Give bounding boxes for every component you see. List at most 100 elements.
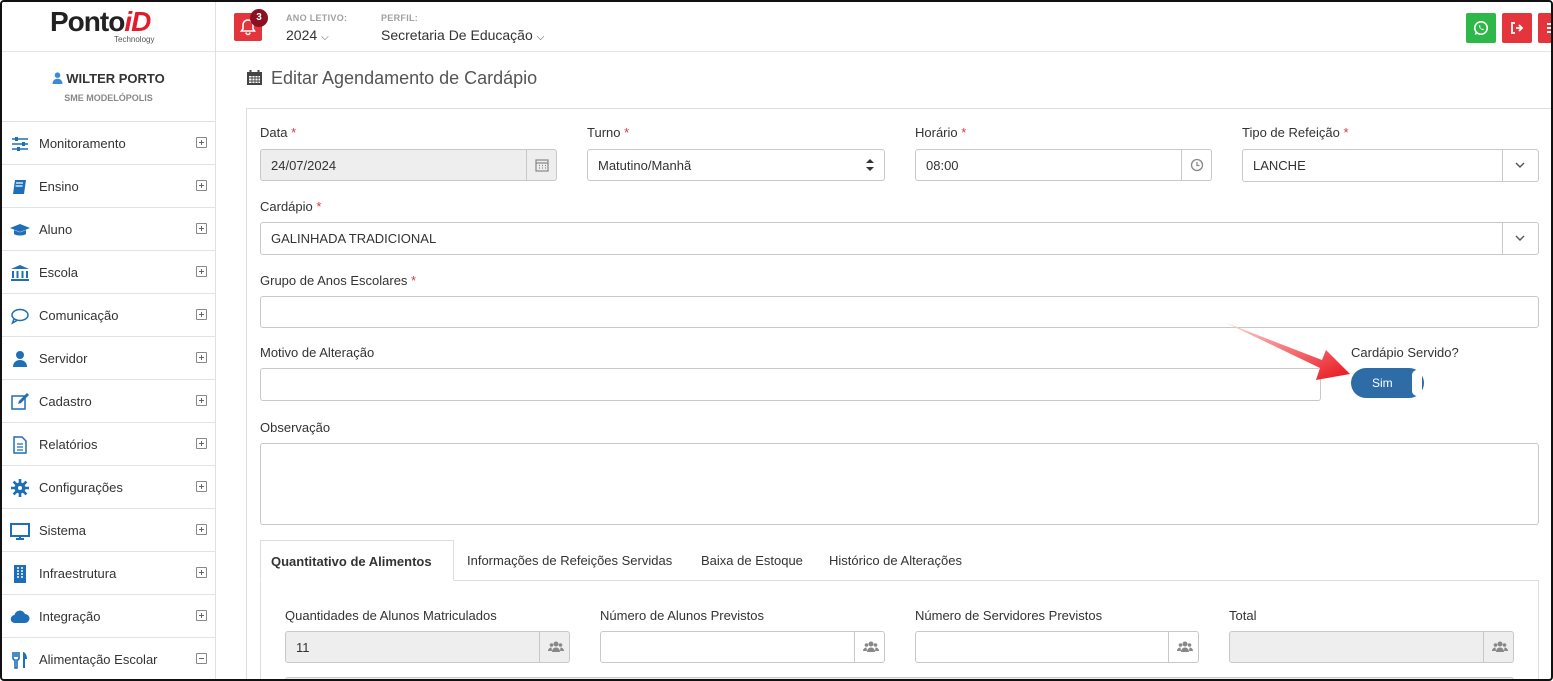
total-field[interactable] (1229, 631, 1514, 663)
ano-letivo-select[interactable]: 2024 ⌵ (286, 27, 329, 43)
users-group-icon (548, 641, 564, 652)
logout-icon (1511, 22, 1524, 34)
tab-baixa-estoque[interactable]: Baixa de Estoque (701, 540, 803, 581)
group-addon (1168, 632, 1198, 662)
alunos-matriculados-value: 11 (296, 640, 310, 655)
observacao-textarea[interactable] (260, 443, 1539, 525)
sidebar-item-sistema[interactable]: Sistema (2, 509, 215, 552)
menu-button[interactable] (1538, 13, 1551, 43)
turno-select[interactable]: Matutino/Manhã (587, 149, 885, 181)
horario-field[interactable]: 08:00 (915, 149, 1212, 181)
expand-icon[interactable] (196, 266, 207, 277)
sidebar-item-ensino[interactable]: Ensino (2, 165, 215, 208)
sidebar-item-comunicacao[interactable]: Comunicação (2, 294, 215, 337)
expand-icon[interactable] (196, 567, 207, 578)
required-mark: * (1343, 125, 1349, 140)
whatsapp-button[interactable] (1466, 13, 1496, 43)
sidebar-item-monitoramento[interactable]: Monitoramento (2, 122, 215, 165)
motivo-alteracao-field[interactable] (260, 368, 1321, 401)
expand-icon[interactable] (196, 180, 207, 191)
expand-icon[interactable] (196, 524, 207, 535)
ano-letivo-value: 2024 (286, 27, 318, 43)
sidebar-item-relatorios[interactable]: Relatórios (2, 423, 215, 466)
required-mark: * (961, 125, 967, 140)
sidebar-item-label: Aluno (39, 222, 73, 237)
horario-label: Horário * (915, 125, 966, 140)
expand-icon[interactable] (196, 481, 207, 492)
logout-button[interactable] (1502, 13, 1532, 43)
label-text: Horário (915, 125, 958, 140)
sidebar-item-cadastro[interactable]: Cadastro (2, 380, 215, 423)
collapse-icon[interactable] (196, 653, 207, 664)
toggle-state-label: Sim (1372, 376, 1393, 390)
sidebar-item-alimentacao-escolar[interactable]: Alimentação Escolar (2, 638, 215, 679)
document-icon (13, 436, 27, 454)
servidores-previstos-field[interactable] (915, 631, 1199, 663)
label-text: Tipo de Refeição (1242, 125, 1340, 140)
sidebar-item-configuracoes[interactable]: Configurações (2, 466, 215, 509)
grupo-anos-label: Grupo de Anos Escolares * (260, 273, 416, 288)
tipo-refeicao-value: LANCHE (1253, 158, 1306, 173)
user-org: SME MODELÓPOLIS (64, 93, 153, 103)
users-group-icon (1177, 641, 1193, 652)
turno-label: Turno * (587, 125, 629, 140)
dropdown-toggle[interactable] (1502, 223, 1538, 255)
calendar-picker-button[interactable] (526, 150, 556, 180)
servidores-previstos-label: Número de Servidores Previstos (915, 608, 1103, 623)
data-field[interactable]: 24/07/2024 (260, 149, 557, 181)
gear-icon (11, 479, 29, 497)
expand-icon[interactable] (196, 395, 207, 406)
top-bar: PontoiD Technology 3 ANO LETIVO: 2024 ⌵ P… (2, 2, 1551, 52)
perfil-select[interactable]: Secretaria De Educação ⌵ (381, 27, 544, 43)
logo-text-main: Ponto (50, 6, 125, 37)
chevron-down-icon (1515, 235, 1525, 241)
tipo-refeicao-select[interactable]: LANCHE (1242, 149, 1539, 182)
expand-icon[interactable] (196, 309, 207, 320)
logo-text-accent: iD (124, 6, 151, 37)
sidebar-item-label: Relatórios (39, 437, 98, 452)
sidebar-item-escola[interactable]: Escola (2, 251, 215, 294)
required-mark: * (291, 125, 297, 140)
tab-quantitativo-alimentos[interactable]: Quantitativo de Alimentos (260, 540, 454, 581)
cardapio-servido-label: Cardápio Servido? (1351, 345, 1459, 360)
horario-value: 08:00 (926, 158, 959, 173)
users-group-icon (1492, 641, 1508, 652)
time-picker-button[interactable] (1181, 150, 1211, 180)
data-value: 24/07/2024 (271, 158, 337, 173)
data-label: Data * (260, 125, 296, 140)
tab-historico-alteracoes[interactable]: Histórico de Alterações (829, 540, 962, 581)
required-mark: * (411, 273, 417, 288)
sidebar-item-label: Integração (39, 609, 101, 624)
cardapio-select[interactable]: GALINHADA TRADICIONAL (260, 222, 1539, 255)
cardapio-servido-toggle[interactable]: Sim (1351, 368, 1424, 398)
chevron-down-icon: ⌵ (321, 32, 329, 43)
alunos-previstos-field[interactable] (600, 631, 885, 663)
group-addon (1483, 632, 1513, 662)
clock-icon (1190, 158, 1204, 172)
expand-icon[interactable] (196, 352, 207, 363)
sidebar-item-infraestrutura[interactable]: Infraestrutura (2, 552, 215, 595)
chevron-down-icon: ⌵ (536, 32, 545, 43)
alunos-matriculados-label: Quantidades de Alunos Matriculados (285, 608, 497, 623)
sidebar-item-integracao[interactable]: Integração (2, 595, 215, 638)
logo[interactable]: PontoiD Technology (2, 2, 216, 52)
sidebar: WILTER PORTO SME MODELÓPOLIS Monitoramen… (2, 52, 216, 679)
calendar-icon (247, 70, 262, 85)
alunos-previstos-label: Número de Alunos Previstos (600, 608, 765, 623)
tab-informacoes-refeicoes[interactable]: Informações de Refeições Servidas (467, 540, 672, 581)
dropdown-toggle[interactable] (1502, 150, 1538, 182)
expand-icon[interactable] (196, 610, 207, 621)
expand-icon[interactable] (196, 438, 207, 449)
user-icon (52, 72, 63, 84)
logo-subtitle: Technology (114, 35, 155, 44)
sidebar-item-servidor[interactable]: Servidor (2, 337, 215, 380)
expand-icon[interactable] (196, 223, 207, 234)
sidebar-item-label: Escola (39, 265, 79, 280)
alunos-matriculados-field[interactable]: 11 (285, 631, 570, 663)
user-name: WILTER PORTO (66, 71, 165, 86)
observacao-label: Observação (260, 420, 331, 435)
cloud-icon (10, 610, 30, 624)
sidebar-item-aluno[interactable]: Aluno (2, 208, 215, 251)
expand-icon[interactable] (196, 137, 207, 148)
sidebar-item-label: Cadastro (39, 394, 92, 409)
